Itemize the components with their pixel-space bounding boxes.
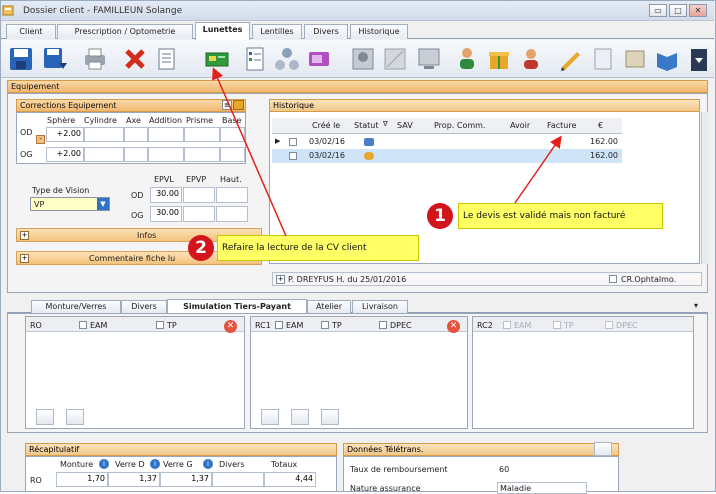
recap-col-monture: Monture [60,460,94,469]
tab-livraison[interactable]: Livraison [352,300,408,313]
tp-panel-title: RC1 [255,321,271,330]
tp-label: TP [167,321,177,330]
remove-icon[interactable]: ✕ [224,320,237,333]
eam-label: EAM [514,321,532,330]
eam-checkbox[interactable] [79,321,87,329]
card-icon[interactable] [321,409,339,425]
recap-col-verre-g: Verre G [163,460,193,469]
taux-label: Taux de remboursement [350,465,448,474]
tp-label: TP [332,321,342,330]
dpec-label: DPEC [390,321,412,330]
teletrans-header: Données Télétrans. [343,443,619,456]
recap-col-divers: Divers [219,460,245,469]
tp-panel-title: RC2 [477,321,493,330]
info-icon[interactable]: i [99,459,109,469]
recap-totaux-value: 4,44 [264,472,316,487]
tp-label: TP [564,321,574,330]
teletrans-panel: Taux de remboursement 60 Nature assuranc… [343,456,619,494]
tp-checkbox[interactable] [321,321,329,329]
recap-verre-d-value: 1,37 [108,472,160,487]
recap-divers-value [212,472,264,487]
info-icon[interactable] [66,409,84,425]
info-icon[interactable] [291,409,309,425]
info-icon[interactable]: i [150,459,160,469]
eam-label: EAM [286,321,304,330]
taux-value: 60 [499,465,510,474]
tp-checkbox[interactable] [156,321,164,329]
person-icon[interactable] [36,409,54,425]
recap-row-label: RO [30,476,42,485]
recap-col-verre-d: Verre D [115,460,145,469]
person-icon[interactable] [261,409,279,425]
person-icon[interactable] [594,442,612,456]
dpec-checkbox[interactable] [379,321,387,329]
tab-atelier[interactable]: Atelier [307,300,351,313]
tab-divers-bottom[interactable]: Divers [121,300,167,313]
tab-monture-verres[interactable]: Monture/Verres [31,300,121,313]
nature-select[interactable]: Maladie [497,482,587,494]
tp-panel-ro: RO EAM TP ✕ [25,316,245,429]
tp-panel-title: RO [30,321,42,330]
tp-panel-rc2: RC2 EAM TP DPEC [472,316,694,429]
dpec-label: DPEC [616,321,638,330]
info-icon[interactable]: i [203,459,213,469]
tp-checkbox[interactable] [553,321,561,329]
recap-header: Récapitulatif [25,443,337,456]
eam-label: EAM [90,321,108,330]
remove-icon[interactable]: ✕ [447,320,460,333]
dpec-checkbox[interactable] [605,321,613,329]
bottom-tabs: Monture/Verres Divers Simulation Tiers-P… [7,299,708,314]
eam-checkbox[interactable] [275,321,283,329]
eam-checkbox[interactable] [503,321,511,329]
panel-menu-icon[interactable]: ▾ [694,301,698,310]
recap-monture-value: 1,70 [56,472,108,487]
tp-panel-rc1: RC1 EAM TP DPEC ✕ [250,316,468,429]
recap-table: Monture Verre D Verre G Divers Totaux i … [25,456,337,492]
tab-simulation-tp[interactable]: Simulation Tiers-Payant [167,299,307,314]
recap-verre-g-value: 1,37 [160,472,212,487]
recap-col-totaux: Totaux [271,460,298,469]
